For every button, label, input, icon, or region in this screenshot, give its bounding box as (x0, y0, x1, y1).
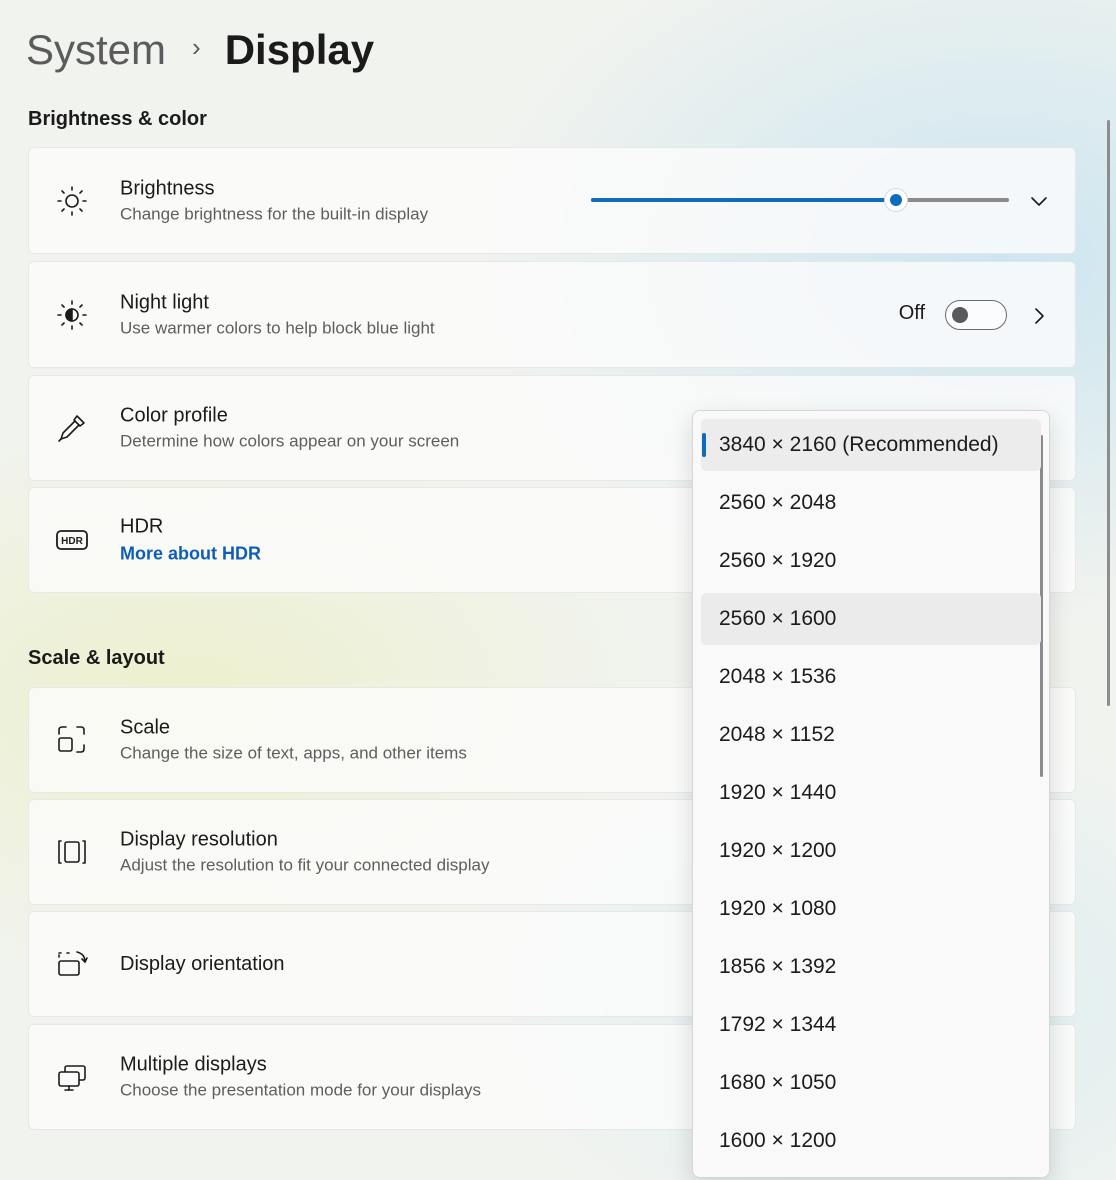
resolution-option[interactable]: 2560 × 1600 (701, 593, 1041, 645)
breadcrumb-separator: › (192, 31, 201, 62)
resolution-option[interactable]: 2048 × 1152 (701, 709, 1041, 761)
resolution-option-label: 2560 × 2048 (719, 491, 837, 514)
resolution-option[interactable]: 1600 × 1200 (701, 1115, 1041, 1167)
night-light-subtitle: Use warmer colors to help block blue lig… (120, 318, 435, 337)
orientation-icon (55, 947, 89, 981)
section-header-brightness-color: Brightness & color (28, 108, 207, 130)
resolution-option[interactable]: 1920 × 1440 (701, 767, 1041, 819)
color-profile-text: Color profile Determine how colors appea… (120, 403, 459, 454)
resolution-option-label: 1600 × 1200 (719, 1129, 837, 1152)
chevron-right-icon (1035, 308, 1044, 324)
resolution-option[interactable]: 1792 × 1344 (701, 999, 1041, 1051)
hdr-title: HDR (120, 515, 164, 538)
selected-indicator (702, 433, 706, 457)
breadcrumb: System › Display (26, 22, 374, 78)
resolution-option[interactable]: 2560 × 2048 (701, 477, 1041, 529)
resolution-option-label: 2048 × 1536 (719, 665, 837, 688)
resolution-option-label: 1920 × 1080 (719, 897, 837, 920)
multiple-displays-icon (55, 1060, 89, 1094)
resolution-option-label: 1856 × 1392 (719, 955, 837, 978)
resolution-icon (55, 835, 89, 869)
resolution-option-label: 2560 × 1600 (719, 607, 837, 630)
page-scrollbar[interactable] (1107, 120, 1110, 706)
night-light-open-button[interactable] (1021, 298, 1057, 334)
night-light-text: Night light Use warmer colors to help bl… (120, 289, 435, 340)
night-light-toggle-label: Off (898, 302, 925, 324)
page-title: Display (224, 26, 375, 73)
eyedropper-icon (55, 411, 89, 445)
display-orientation-title: Display orientation (120, 953, 285, 975)
resolution-option-label: 1680 × 1050 (719, 1071, 837, 1094)
brightness-text: Brightness Change brightness for the bui… (120, 175, 428, 226)
resolution-dropdown-list[interactable]: 3840 × 2160 (Recommended) 2560 × 2048 2560… (692, 410, 1050, 1178)
night-light-icon (55, 298, 89, 332)
resolution-option[interactable]: 3840 × 2160 (Recommended) (701, 419, 1041, 471)
scale-icon (55, 723, 89, 757)
hdr-text: HDR More about HDR (120, 514, 261, 567)
color-profile-title: Color profile (120, 404, 228, 427)
scale-subtitle: Change the size of text, apps, and other… (120, 743, 467, 763)
display-resolution-subtitle: Adjust the resolution to fit your connec… (120, 855, 490, 875)
toggle-knob (952, 307, 968, 323)
resolution-option-label: 1792 × 1344 (719, 1013, 837, 1036)
night-light-title: Night light (120, 291, 209, 313)
display-resolution-text: Display resolution Adjust the resolution… (120, 827, 490, 878)
display-resolution-title: Display resolution (120, 828, 278, 851)
slider-thumb[interactable] (884, 188, 908, 212)
color-profile-subtitle: Determine how colors appear on your scre… (120, 431, 460, 451)
multiple-displays-title: Multiple displays (120, 1053, 267, 1076)
section-header-scale-layout: Scale & layout (28, 647, 165, 669)
resolution-option-label: 3840 × 2160 (Recommended) (719, 433, 999, 456)
brightness-title: Brightness (120, 177, 215, 199)
multiple-displays-subtitle: Choose the presentation mode for your di… (120, 1080, 481, 1100)
svg-text:HDR: HDR (61, 536, 83, 547)
resolution-option[interactable]: 1920 × 1200 (701, 825, 1041, 877)
breadcrumb-system-link[interactable]: System (26, 26, 166, 74)
resolution-option-label: 2560 × 1920 (719, 549, 837, 572)
brightness-subtitle: Change brightness for the built-in displ… (120, 204, 429, 223)
chevron-down-icon (1031, 197, 1047, 206)
scale-text: Scale Change the size of text, apps, and… (120, 715, 467, 766)
resolution-option[interactable]: 1920 × 1080 (701, 883, 1041, 935)
slider-fill (591, 198, 896, 202)
night-light-toggle[interactable] (945, 300, 1007, 330)
resolution-option-label: 2048 × 1152 (719, 723, 835, 746)
brightness-card: Brightness Change brightness for the bui… (28, 147, 1076, 254)
scale-title: Scale (120, 716, 171, 739)
resolution-option[interactable]: 2048 × 1536 (701, 651, 1041, 703)
brightness-expand-button[interactable] (1021, 183, 1057, 219)
multiple-displays-text: Multiple displays Choose the presentatio… (120, 1052, 481, 1103)
more-about-hdr-link[interactable]: More about HDR (120, 541, 261, 567)
resolution-option[interactable]: 2560 × 1920 (701, 535, 1041, 587)
brightness-slider[interactable] (591, 188, 1009, 212)
display-orientation-text: Display orientation (120, 951, 285, 977)
brightness-sun-icon (55, 184, 89, 218)
resolution-option[interactable]: 1680 × 1050 (701, 1057, 1041, 1109)
hdr-icon: HDR (55, 523, 89, 557)
resolution-option-label: 1920 × 1200 (719, 839, 837, 862)
resolution-option[interactable]: 1856 × 1392 (701, 941, 1041, 993)
night-light-card[interactable]: Night light Use warmer colors to help bl… (28, 261, 1076, 368)
resolution-option-label: 1920 × 1440 (719, 781, 837, 804)
